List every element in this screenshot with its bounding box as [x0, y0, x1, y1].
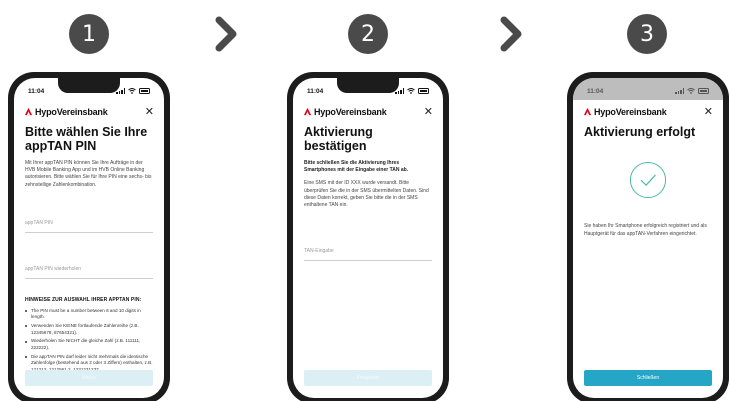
- status-bar: 11:04: [573, 78, 723, 100]
- chevron-right-icon: [500, 16, 522, 52]
- page-title: Aktivierung erfolgt: [584, 125, 696, 139]
- status-time: 11:04: [587, 87, 604, 95]
- brand-name: HypoVereinsbank: [35, 106, 108, 117]
- chevron-right-icon: [215, 16, 237, 52]
- next-button[interactable]: Weiter: [25, 370, 153, 386]
- hint-item: Verwenden Sie KEINE fortlaufende Zahlenr…: [25, 323, 153, 336]
- tan-input-placeholder: TAN-Eingabe: [304, 248, 334, 255]
- signal-icon: [675, 88, 684, 94]
- intro-bold-text: Bitte schließen Sie die Aktivierung Ihre…: [304, 159, 409, 173]
- pin-input-placeholder: appTAN PIN: [25, 219, 53, 226]
- signal-icon: [116, 88, 125, 94]
- battery-icon: [139, 88, 150, 94]
- close-icon[interactable]: ✕: [424, 106, 433, 117]
- intro-text: Eine SMS mit der ID XXX wurde versandt. …: [304, 180, 429, 208]
- wifi-icon: [687, 88, 695, 94]
- status-time: 11:04: [28, 87, 45, 95]
- step-3-circle: 3: [627, 14, 667, 54]
- brand-name: HypoVereinsbank: [594, 106, 667, 117]
- battery-icon: [698, 88, 709, 94]
- pin-input[interactable]: appTAN PIN: [25, 211, 153, 233]
- checkmark-circle-icon: [629, 162, 667, 199]
- screen-step-2: 11:04 HypoVereinsbank ✕ Aktivierung best…: [293, 78, 443, 398]
- status-time: 11:04: [307, 87, 324, 95]
- wifi-icon: [407, 88, 415, 94]
- screen-step-1: 11:04 HypoVereinsbank ✕ Bitte wählen Sie…: [14, 78, 164, 398]
- brand: HypoVereinsbank: [24, 107, 108, 117]
- hint-item: The PIN must be a number between 6 and 1…: [25, 308, 153, 321]
- close-button[interactable]: Schließen: [584, 370, 712, 386]
- hint-item: Wiederholen Sie NICHT die gleiche Zahl (…: [25, 338, 153, 351]
- brand: HypoVereinsbank: [583, 107, 667, 117]
- hints-list: The PIN must be a number between 6 and 1…: [25, 308, 153, 374]
- wifi-icon: [128, 88, 136, 94]
- status-bar: 11:04: [14, 78, 164, 100]
- status-bar: 11:04: [293, 78, 443, 100]
- hvb-logo-icon: [583, 107, 592, 116]
- page-title: Bitte wählen Sie Ihre appTAN PIN: [25, 125, 148, 154]
- page-title: Aktivierung bestätigen: [304, 125, 373, 154]
- step-2-circle: 2: [348, 14, 388, 54]
- battery-icon: [418, 88, 429, 94]
- tan-input[interactable]: TAN-Eingabe: [304, 239, 432, 262]
- step-1-circle: 1: [69, 14, 109, 54]
- brand-name: HypoVereinsbank: [314, 106, 387, 117]
- close-icon[interactable]: ✕: [704, 106, 713, 117]
- release-button[interactable]: Freigeben: [304, 370, 432, 386]
- success-message: Sie haben Ihr Smartphone erfolgreich reg…: [584, 223, 707, 237]
- phone-step-2: 11:04 HypoVereinsbank ✕ Aktivierung best…: [287, 72, 449, 401]
- screen-step-3: 11:04 HypoVereinsbank ✕ Aktivierung erfo…: [573, 78, 723, 398]
- intro-text: Mit Ihrer appTAN PIN können Sie Ihre Auf…: [25, 159, 152, 188]
- brand: HypoVereinsbank: [303, 107, 387, 117]
- signal-icon: [395, 88, 404, 94]
- close-icon[interactable]: ✕: [145, 106, 154, 117]
- phone-step-1: 11:04 HypoVereinsbank ✕ Bitte wählen Sie…: [8, 72, 170, 401]
- pin-repeat-input[interactable]: appTAN PIN wiederholen: [25, 257, 153, 279]
- hvb-logo-icon: [303, 107, 312, 116]
- phone-step-3: 11:04 HypoVereinsbank ✕ Aktivierung erfo…: [567, 72, 729, 401]
- hvb-logo-icon: [24, 107, 33, 116]
- pin-repeat-input-placeholder: appTAN PIN wiederholen: [25, 265, 82, 272]
- hints-title: HINWEISE ZUR AUSWAHL IHRER APPTAN PIN:: [25, 296, 142, 303]
